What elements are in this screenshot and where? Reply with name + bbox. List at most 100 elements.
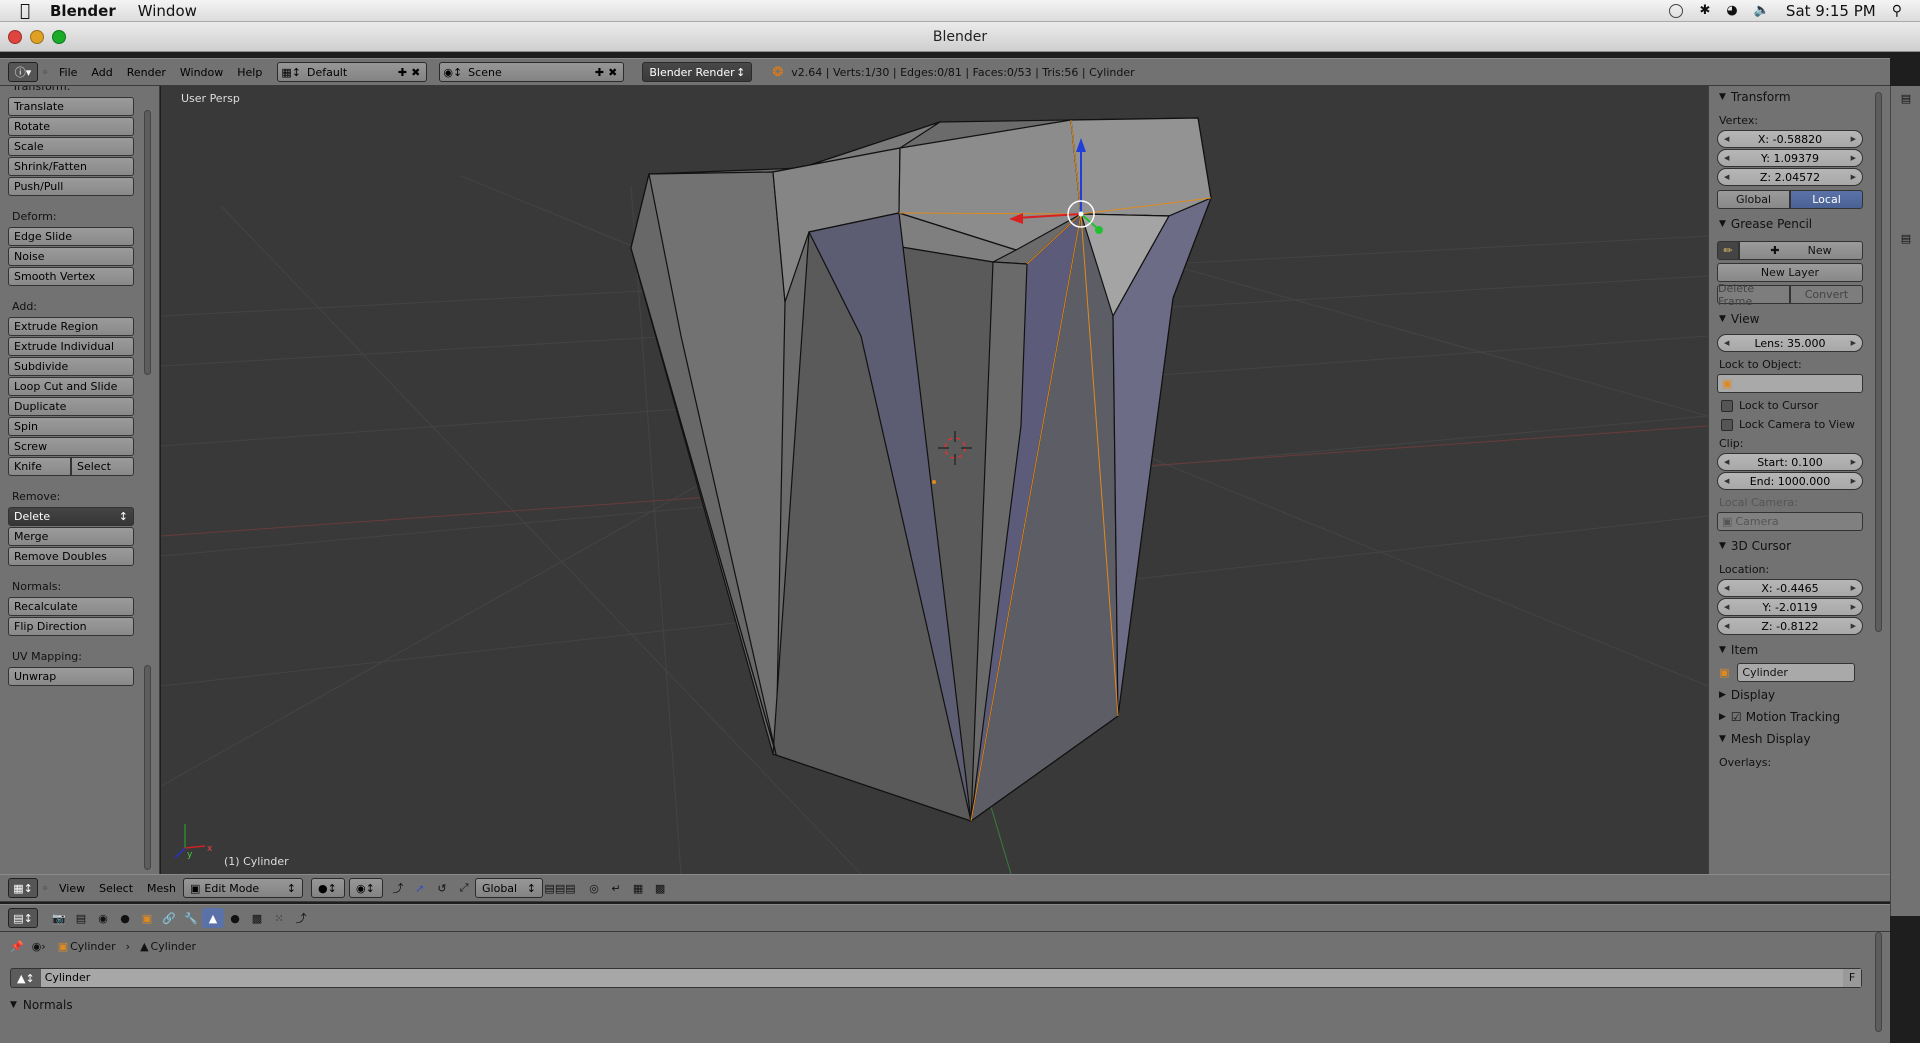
properties-editor-icon[interactable]: ▤ bbox=[1895, 88, 1917, 108]
3d-cursor-panel-header[interactable]: ▼ 3D Cursor bbox=[1709, 535, 1890, 557]
shrink-fatten-button[interactable]: Shrink/Fatten bbox=[8, 157, 134, 176]
render-layers-tab-icon[interactable]: ▤ bbox=[70, 908, 92, 928]
menu-help[interactable]: Help bbox=[237, 66, 262, 79]
apple-icon[interactable]:  bbox=[0, 1, 50, 21]
constraints-tab-icon[interactable]: 🔗 bbox=[158, 908, 180, 928]
rotate-manipulator-icon[interactable]: ↺ bbox=[431, 878, 453, 898]
screw-button[interactable]: Screw bbox=[8, 437, 134, 456]
push-pull-button[interactable]: Push/Pull bbox=[8, 177, 134, 196]
bluetooth-icon[interactable]: ✱ bbox=[1699, 3, 1710, 18]
cylinder-mesh[interactable] bbox=[630, 117, 1212, 822]
outliner-icon[interactable]: ▤ bbox=[1895, 228, 1917, 248]
extrude-individual-button[interactable]: Extrude Individual bbox=[8, 337, 134, 356]
viewport-scene[interactable] bbox=[161, 86, 1708, 874]
material-tab-icon[interactable]: ● bbox=[224, 908, 246, 928]
lock-camera-checkbox[interactable]: Lock Camera to View bbox=[1721, 418, 1890, 431]
knife-button[interactable]: Knife bbox=[8, 457, 71, 476]
merge-button[interactable]: Merge bbox=[8, 527, 134, 546]
motion-tracking-checkbox-icon[interactable]: ☑ bbox=[1731, 710, 1742, 724]
vertex-y-field[interactable]: ◀ Y: 1.09379 ▶ bbox=[1717, 149, 1863, 167]
flip-direction-button[interactable]: Flip Direction bbox=[8, 617, 134, 636]
snap-icon[interactable]: ↵ bbox=[605, 878, 627, 898]
normals-panel-header[interactable]: ▼ Normals bbox=[10, 998, 73, 1012]
item-panel-header[interactable]: ▼ Item bbox=[1709, 639, 1890, 661]
menu-window[interactable]: Window bbox=[180, 66, 223, 79]
clip-start-field[interactable]: ◀ Start: 0.100 ▶ bbox=[1717, 453, 1863, 471]
item-name-field[interactable]: Cylinder bbox=[1737, 663, 1856, 682]
breadcrumb-mesh[interactable]: Cylinder bbox=[151, 940, 197, 953]
pivot-point-selector[interactable]: ◉↕ bbox=[349, 878, 384, 898]
grease-new-button[interactable]: ✚ New bbox=[1739, 241, 1863, 260]
physics-tab-icon[interactable]: ⤴ bbox=[290, 908, 312, 928]
delete-dropdown[interactable]: Delete ↕ bbox=[8, 507, 134, 526]
menu-render[interactable]: Render bbox=[127, 66, 166, 79]
add-layout-icon[interactable]: ✚ bbox=[398, 66, 407, 79]
menu-view[interactable]: View bbox=[59, 882, 85, 895]
snap-element-icon[interactable]: ▦ bbox=[627, 878, 649, 898]
pin-icon[interactable]: 📌 bbox=[10, 940, 24, 953]
fake-user-button[interactable]: F bbox=[1843, 969, 1861, 987]
screen-layout-selector[interactable]: ▦↕ Default ✚ ✖ bbox=[277, 62, 428, 82]
noise-button[interactable]: Noise bbox=[8, 247, 134, 266]
edge-slide-button[interactable]: Edge Slide bbox=[8, 227, 134, 246]
collapse-menu-icon[interactable]: ◦ bbox=[38, 878, 52, 898]
orientation-selector[interactable]: Global ↕ bbox=[475, 878, 544, 898]
n-panel-scrollbar[interactable] bbox=[1875, 92, 1882, 632]
motion-tracking-panel-header[interactable]: ▶ ☑ Motion Tracking bbox=[1709, 706, 1890, 728]
display-panel-header[interactable]: ▶ Display bbox=[1709, 684, 1890, 706]
editor-type-info-icon[interactable]: ⓘ▾ bbox=[8, 62, 38, 82]
render-preview-icon[interactable]: ▩ bbox=[649, 878, 671, 898]
remove-scene-icon[interactable]: ✖ bbox=[608, 66, 617, 79]
unwrap-button[interactable]: Unwrap bbox=[8, 667, 134, 686]
breadcrumb-object[interactable]: Cylinder bbox=[70, 940, 116, 953]
texture-tab-icon[interactable]: ▩ bbox=[246, 908, 268, 928]
global-toggle[interactable]: Global bbox=[1717, 190, 1790, 209]
grease-pencil-panel-header[interactable]: ▼ Grease Pencil bbox=[1709, 213, 1890, 235]
properties-scrollbar[interactable] bbox=[1875, 932, 1882, 1032]
rotate-button[interactable]: Rotate bbox=[8, 117, 134, 136]
spotlight-icon[interactable]: ⚲ bbox=[1892, 3, 1902, 19]
lens-field[interactable]: ◀ Lens: 35.000 ▶ bbox=[1717, 334, 1863, 352]
viewport-shading-selector[interactable]: ●↕ bbox=[311, 878, 346, 898]
manipulator-toggle-icon[interactable]: ⤴ bbox=[387, 878, 409, 898]
time-machine-icon[interactable] bbox=[1669, 3, 1684, 18]
modifiers-tab-icon[interactable]: 🔧 bbox=[180, 908, 202, 928]
volume-icon[interactable]: 🔈 bbox=[1754, 3, 1770, 18]
3d-viewport[interactable]: User Persp (1) Cylinder x y bbox=[161, 86, 1708, 874]
delete-frame-button[interactable]: Delete Frame bbox=[1717, 282, 1790, 308]
tool-shelf-scrollbar-lower[interactable] bbox=[144, 665, 151, 870]
render-tab-icon[interactable]: 📷 bbox=[48, 908, 70, 928]
layers-icon[interactable]: ▤▤▤ bbox=[544, 878, 575, 898]
new-layer-button[interactable]: New Layer bbox=[1717, 263, 1863, 282]
spin-button[interactable]: Spin bbox=[8, 417, 134, 436]
recalculate-button[interactable]: Recalculate bbox=[8, 597, 134, 616]
view-panel-header[interactable]: ▼ View bbox=[1709, 308, 1890, 330]
window-menu[interactable]: Window bbox=[138, 2, 197, 20]
local-camera-field[interactable]: ▣ Camera bbox=[1717, 512, 1863, 531]
proportional-edit-icon[interactable]: ◎ bbox=[583, 878, 605, 898]
mode-selector[interactable]: ▣ Edit Mode ↕ bbox=[183, 878, 304, 898]
lock-to-cursor-checkbox[interactable]: Lock to Cursor bbox=[1721, 399, 1890, 412]
extrude-region-button[interactable]: Extrude Region bbox=[8, 317, 134, 336]
duplicate-button[interactable]: Duplicate bbox=[8, 397, 134, 416]
render-engine-selector[interactable]: Blender Render ↕ bbox=[642, 62, 753, 82]
subdivide-button[interactable]: Subdivide bbox=[8, 357, 134, 376]
menu-mesh[interactable]: Mesh bbox=[147, 882, 176, 895]
transform-panel-header[interactable]: ▼ Transform bbox=[1709, 86, 1890, 108]
mesh-datablock-icon[interactable]: ▲↕ bbox=[11, 972, 41, 985]
mesh-data-tab-icon[interactable]: ▲ bbox=[202, 908, 224, 928]
remove-layout-icon[interactable]: ✖ bbox=[411, 66, 420, 79]
vertex-x-field[interactable]: ◀ X: -0.58820 ▶ bbox=[1717, 130, 1863, 148]
mesh-datablock-field[interactable]: ▲↕ Cylinder F bbox=[10, 968, 1862, 988]
scene-selector[interactable]: ◉↕ Scene ✚ ✖ bbox=[439, 62, 625, 82]
collapse-menu-icon[interactable]: ◦ bbox=[38, 62, 52, 82]
particles-tab-icon[interactable]: ⁙ bbox=[268, 908, 290, 928]
remove-doubles-button[interactable]: Remove Doubles bbox=[8, 547, 134, 566]
menu-select[interactable]: Select bbox=[99, 882, 133, 895]
scale-manipulator-icon[interactable]: ⤢ bbox=[453, 878, 475, 898]
scene-tab-icon[interactable]: ◉ bbox=[92, 908, 114, 928]
loop-cut-and-slide-button[interactable]: Loop Cut and Slide bbox=[8, 377, 134, 396]
scale-button[interactable]: Scale bbox=[8, 137, 134, 156]
convert-button[interactable]: Convert bbox=[1790, 285, 1863, 304]
wifi-icon[interactable]: ◕ bbox=[1726, 3, 1737, 18]
